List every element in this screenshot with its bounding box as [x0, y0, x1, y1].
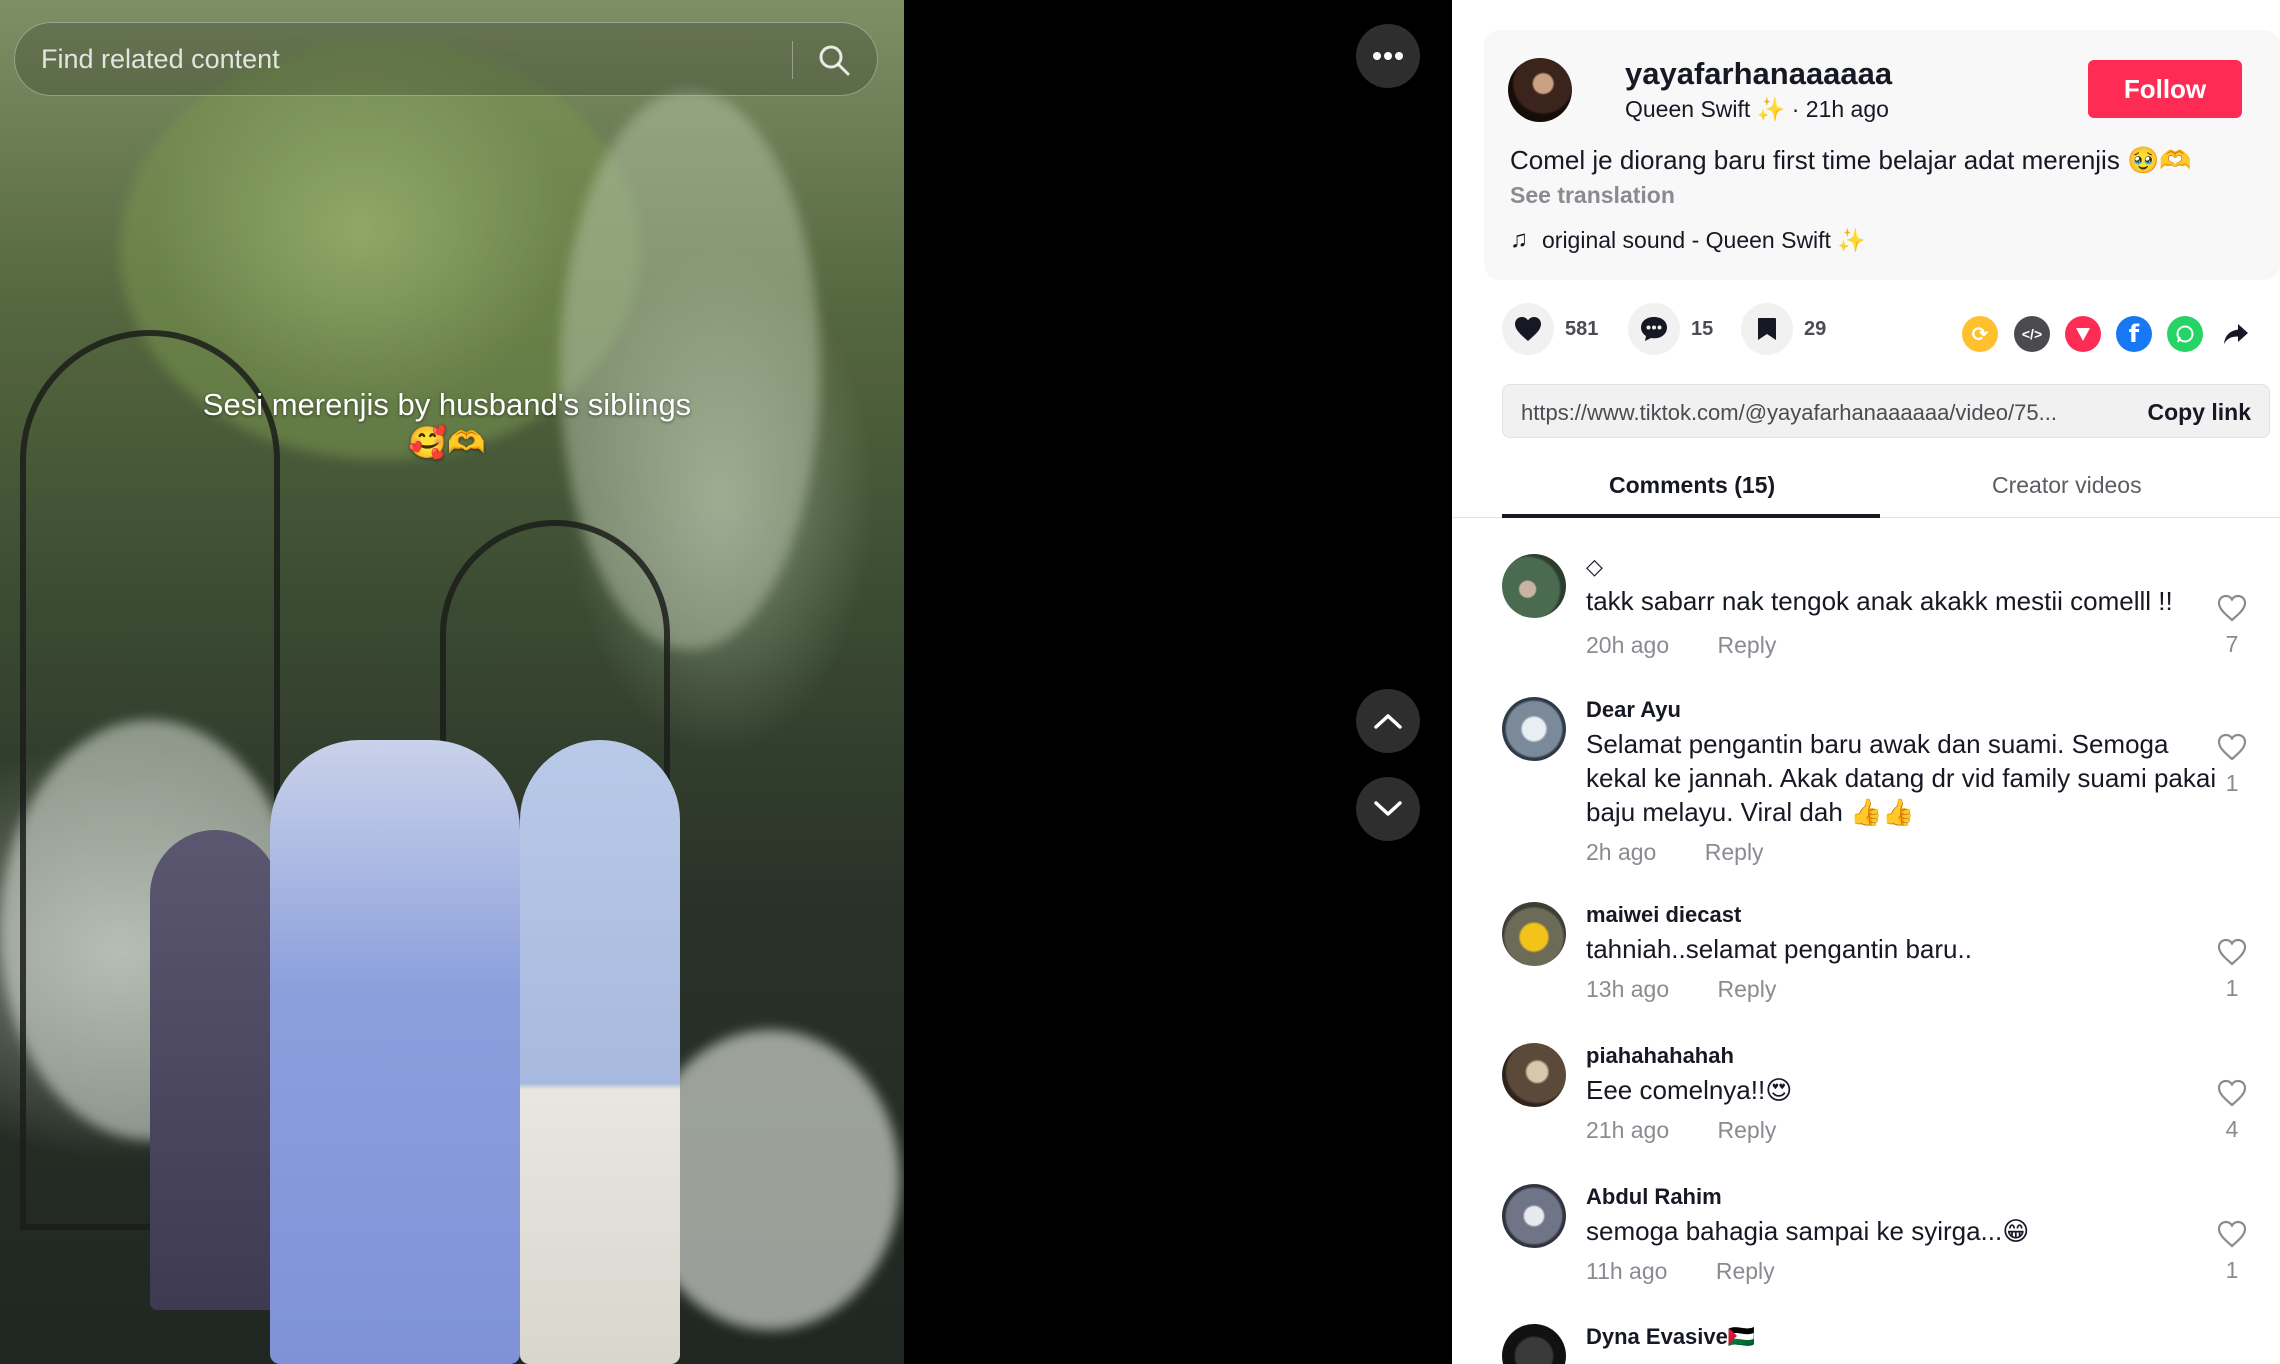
- guest-figure-songkok: [520, 740, 680, 1364]
- search-input[interactable]: Find related content: [41, 44, 280, 75]
- comment-text: Eee comelnya!!😍: [1586, 1075, 1793, 1105]
- comment-like-button[interactable]: 4: [2214, 1079, 2250, 1143]
- repost-icon[interactable]: ⟳: [1962, 316, 1998, 352]
- comment-like-button[interactable]: 1: [2214, 733, 2250, 797]
- bookmark-icon: [1741, 303, 1793, 355]
- guest-figure-blue-dress: [270, 740, 520, 1364]
- reply-button[interactable]: Reply: [1705, 839, 1764, 865]
- comment-like-count: 4: [2225, 1116, 2239, 1142]
- heart-outline-icon: [2217, 594, 2247, 622]
- share-link-url[interactable]: https://www.tiktok.com/@yayafarhanaaaaaa…: [1521, 400, 2101, 426]
- author-display-name: Queen Swift ✨: [1625, 96, 1786, 122]
- author-avatar[interactable]: [1508, 58, 1572, 122]
- comment-time: 13h ago: [1586, 976, 1670, 1002]
- comment-bubble-icon: [1628, 303, 1680, 355]
- panel-tabs: Comments (15) Creator videos: [1452, 460, 2280, 518]
- search-icon[interactable]: [817, 43, 851, 77]
- chevron-up-icon: [1374, 714, 1402, 729]
- reply-button[interactable]: Reply: [1718, 976, 1777, 1002]
- send-icon[interactable]: [2065, 316, 2101, 352]
- ellipsis-icon: [1373, 52, 1403, 60]
- next-video-button[interactable]: [1356, 777, 1420, 841]
- like-count: 581: [1565, 317, 1599, 340]
- comment-meta: 2h ago Reply: [1586, 839, 1764, 866]
- comment-like-button[interactable]: 7: [2214, 594, 2250, 658]
- embed-icon[interactable]: </>: [2014, 316, 2050, 352]
- more-options-button[interactable]: [1356, 24, 1420, 88]
- author-username[interactable]: yayafarhanaaaaaa: [1625, 56, 1892, 92]
- comment-text: takk sabarr nak tengok anak akakk mestii…: [1586, 586, 2173, 616]
- comment-like-button[interactable]: 1: [2214, 1220, 2250, 1284]
- comment-avatar[interactable]: [1502, 1043, 1566, 1107]
- comment-like-count: 1: [2225, 770, 2239, 796]
- tab-creator-videos[interactable]: Creator videos: [1992, 472, 2142, 499]
- copy-link-button[interactable]: Copy link: [2147, 399, 2251, 426]
- video-stage: Find related content Sesi merenjis by hu…: [0, 0, 1452, 1364]
- facebook-icon[interactable]: f: [2116, 316, 2152, 352]
- reply-button[interactable]: Reply: [1718, 632, 1777, 658]
- comment-text: tahniah..selamat pengantin baru..: [1586, 934, 1972, 964]
- video-player[interactable]: Find related content Sesi merenjis by hu…: [0, 0, 904, 1364]
- comment-avatar[interactable]: [1502, 1184, 1566, 1248]
- forward-share-icon[interactable]: [2218, 316, 2254, 352]
- groom-figure: [150, 830, 280, 1310]
- comment-count: 15: [1691, 317, 1714, 340]
- details-panel: yayafarhanaaaaaa Queen Swift ✨ · 21h ago…: [1452, 0, 2280, 1364]
- bookmark-button[interactable]: 29: [1741, 303, 1826, 355]
- heart-icon: [1502, 303, 1554, 355]
- comment-like-button[interactable]: 1: [2214, 938, 2250, 1002]
- post-description: Comel je diorang baru first time belajar…: [1510, 145, 2192, 175]
- comment-author[interactable]: ◇: [1586, 554, 1603, 580]
- comment-avatar[interactable]: [1502, 697, 1566, 761]
- active-tab-indicator: [1502, 514, 1880, 518]
- comment-meta: 20h ago Reply: [1586, 632, 1776, 659]
- comment-meta: 11h ago Reply: [1586, 1258, 1775, 1285]
- search-bar[interactable]: Find related content: [14, 22, 878, 96]
- search-divider: [792, 41, 793, 79]
- follow-button[interactable]: Follow: [2088, 60, 2242, 118]
- comment-time: 2h ago: [1586, 839, 1657, 865]
- comment-button[interactable]: 15: [1628, 303, 1713, 355]
- comment-like-count: 1: [2225, 975, 2239, 1001]
- whatsapp-icon[interactable]: [2167, 316, 2203, 352]
- heart-outline-icon: [2217, 1079, 2247, 1107]
- comment-text: Selamat pengantin baru awak dan suami. S…: [1586, 729, 2217, 827]
- heart-outline-icon: [2217, 733, 2247, 761]
- comment-avatar[interactable]: [1502, 554, 1566, 618]
- post-info-card: yayafarhanaaaaaa Queen Swift ✨ · 21h ago…: [1484, 30, 2280, 280]
- heart-outline-icon: [2217, 938, 2247, 966]
- comment-author[interactable]: piahahahahah: [1586, 1043, 1734, 1069]
- reply-button[interactable]: Reply: [1718, 1117, 1777, 1143]
- video-caption: Sesi merenjis by husband's siblings 🥰🫶: [202, 387, 692, 460]
- comment-time: 21h ago: [1586, 1117, 1670, 1143]
- see-translation-link[interactable]: See translation: [1510, 182, 1675, 209]
- chevron-down-icon: [1374, 801, 1402, 816]
- comment-avatar[interactable]: [1502, 1324, 1566, 1364]
- separator-dot: ·: [1791, 96, 1806, 122]
- bookmark-count: 29: [1804, 317, 1827, 340]
- share-link-box: https://www.tiktok.com/@yayafarhanaaaaaa…: [1502, 384, 2270, 438]
- comment-avatar[interactable]: [1502, 902, 1566, 966]
- heart-outline-icon: [2217, 1220, 2247, 1248]
- music-note-icon: ♫: [1510, 226, 1528, 253]
- comment-meta: 13h ago Reply: [1586, 976, 1776, 1003]
- tab-comments[interactable]: Comments (15): [1609, 472, 1775, 499]
- comment-text: semoga bahagia sampai ke syirga...😁: [1586, 1216, 2030, 1246]
- music-title: original sound - Queen Swift ✨: [1542, 226, 1866, 253]
- author-subtitle: Queen Swift ✨ · 21h ago: [1625, 96, 1889, 123]
- comment-author[interactable]: Abdul Rahim: [1586, 1184, 1722, 1210]
- comment-like-count: 7: [2225, 631, 2239, 657]
- comment-author[interactable]: Dear Ayu: [1586, 697, 1681, 723]
- comment-author[interactable]: maiwei diecast: [1586, 902, 1741, 928]
- like-button[interactable]: 581: [1502, 303, 1598, 355]
- comment-meta: 21h ago Reply: [1586, 1117, 1776, 1144]
- post-time: 21h ago: [1805, 96, 1889, 122]
- reply-button[interactable]: Reply: [1716, 1258, 1775, 1284]
- music-link[interactable]: ♫ original sound - Queen Swift ✨: [1510, 226, 1866, 254]
- comment-time: 11h ago: [1586, 1258, 1668, 1284]
- comment-like-count: 1: [2225, 1257, 2239, 1283]
- comment-time: 20h ago: [1586, 632, 1670, 658]
- comment-author[interactable]: Dyna Evasive🇵🇸: [1586, 1324, 1755, 1350]
- previous-video-button[interactable]: [1356, 689, 1420, 753]
